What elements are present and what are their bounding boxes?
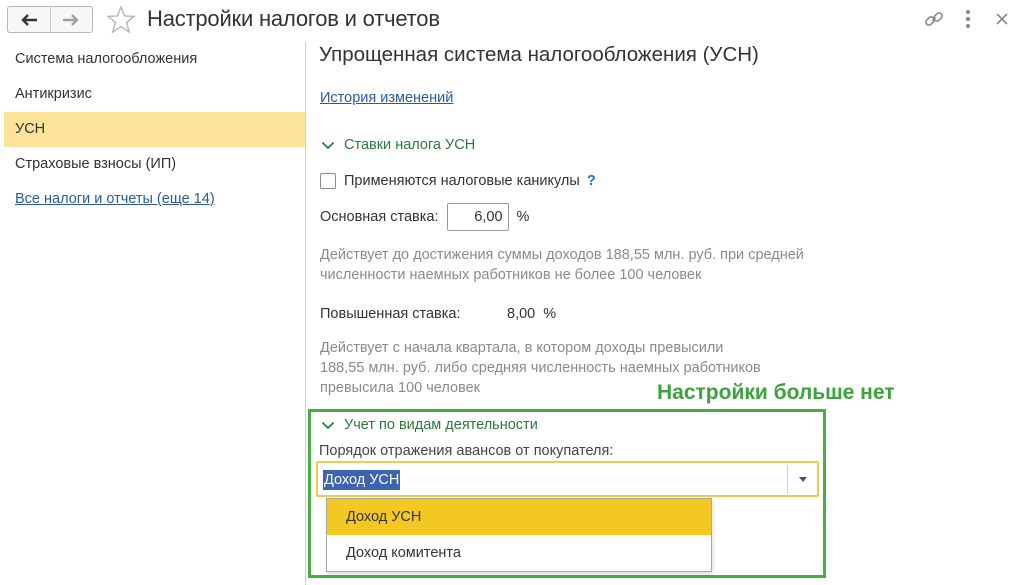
chevron-down-icon bbox=[321, 141, 335, 149]
sidebar-item-usn[interactable]: УСН bbox=[4, 112, 305, 147]
dropdown-option[interactable]: Доход комитента bbox=[327, 535, 711, 571]
arrow-left-icon bbox=[21, 13, 37, 26]
base-rate-row: Основная ставка: 6,00 % bbox=[320, 203, 529, 231]
raised-rate-value: 8,00 % bbox=[507, 306, 557, 322]
dropdown-option[interactable]: Доход УСН bbox=[327, 499, 711, 535]
favorite-star-icon[interactable] bbox=[106, 5, 136, 35]
select-value[interactable]: Доход УСН bbox=[323, 470, 401, 490]
history-link[interactable]: История изменений bbox=[320, 90, 453, 106]
raised-rate-row: Повышенная ставка: 8,00 % bbox=[320, 306, 556, 322]
rates-group-title: Ставки налога УСН bbox=[344, 137, 476, 153]
sidebar-item-label: Система налогообложения bbox=[15, 51, 198, 67]
forward-button[interactable] bbox=[49, 7, 93, 32]
raised-rate-label: Повышенная ставка: bbox=[320, 306, 461, 322]
note-line: Действует с начала квартала, в котором д… bbox=[320, 340, 724, 356]
dropdown-button[interactable] bbox=[787, 465, 817, 493]
advances-order-label: Порядок отражения авансов от покупателя: bbox=[319, 443, 614, 459]
sidebar-item-all-taxes: Все налоги и отчеты (еще 14) bbox=[4, 182, 305, 217]
tax-holidays-row: Применяются налоговые каникулы ? bbox=[320, 173, 596, 189]
tax-holidays-label: Применяются налоговые каникулы bbox=[344, 173, 580, 189]
activity-group-title: Учет по видам деятельности bbox=[344, 417, 538, 433]
advances-order-select[interactable]: Доход УСН bbox=[316, 461, 819, 497]
caret-down-icon bbox=[798, 476, 807, 482]
chevron-down-icon bbox=[321, 421, 335, 429]
sidebar: Система налогообложения Антикризис УСН С… bbox=[4, 42, 306, 585]
all-taxes-link[interactable]: Все налоги и отчеты (еще 14) bbox=[15, 191, 215, 207]
back-button[interactable] bbox=[8, 7, 50, 32]
tax-holidays-checkbox[interactable] bbox=[320, 173, 336, 189]
dropdown-list: Доход УСН Доход комитента bbox=[326, 498, 712, 572]
page-title: Упрощенная система налогообложения (УСН) bbox=[319, 43, 759, 66]
rates-group-header[interactable]: Ставки налога УСН bbox=[321, 137, 475, 153]
activity-group-header[interactable]: Учет по видам деятельности bbox=[321, 417, 538, 433]
sidebar-item-label: УСН bbox=[15, 121, 46, 137]
sidebar-item-label: Антикризис bbox=[15, 86, 92, 102]
note-line: Действует до достижения суммы доходов 18… bbox=[320, 247, 804, 263]
sidebar-item-tax-system[interactable]: Система налогообложения bbox=[4, 42, 305, 77]
annotation-label: Настройки больше нет bbox=[657, 381, 895, 404]
note-line: численности наемных работников не более … bbox=[320, 267, 702, 283]
base-rate-label: Основная ставка: bbox=[320, 209, 439, 225]
percent-label: % bbox=[516, 209, 530, 225]
note-line: 188,55 млн. руб. либо средняя численност… bbox=[320, 360, 761, 376]
help-icon[interactable]: ? bbox=[587, 173, 596, 189]
sidebar-item-insurance-contributions[interactable]: Страховые взносы (ИП) bbox=[4, 147, 305, 182]
base-rate-note: Действует до достижения суммы доходов 18… bbox=[320, 245, 804, 285]
sidebar-item-anticrisis[interactable]: Антикризис bbox=[4, 77, 305, 112]
base-rate-input[interactable]: 6,00 bbox=[446, 203, 509, 231]
arrow-right-icon bbox=[63, 13, 79, 26]
navigation-buttons bbox=[7, 6, 93, 33]
sidebar-item-label: Страховые взносы (ИП) bbox=[15, 156, 177, 172]
